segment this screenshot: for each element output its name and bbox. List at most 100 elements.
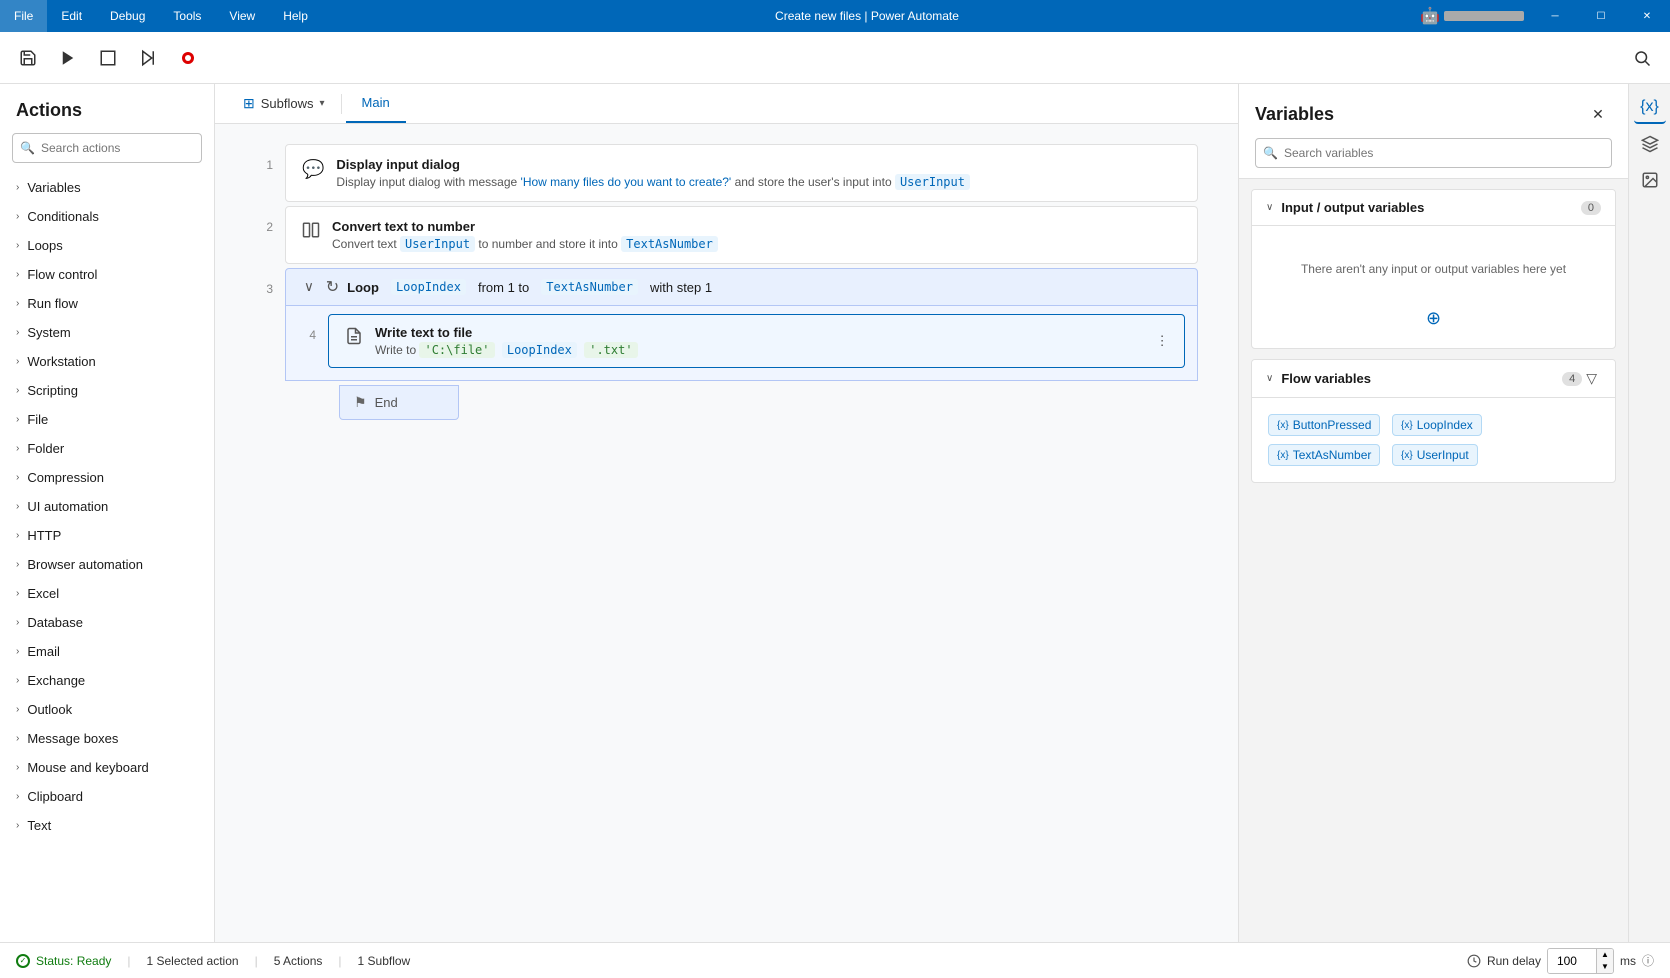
menu-view[interactable]: View	[215, 0, 269, 32]
flow-canvas: 1 💬 Display input dialog Display input d…	[215, 124, 1238, 942]
flow-variables-section: ∨ Flow variables 4 ▽ {x} ButtonPressed {…	[1251, 359, 1616, 483]
category-workstation[interactable]: › Workstation	[0, 347, 214, 376]
step-desc-1: Display input dialog with message 'How m…	[336, 175, 1181, 189]
toolbar-search-button[interactable]	[1626, 42, 1658, 74]
var-label: TextAsNumber	[1293, 448, 1372, 462]
run-delay-up-button[interactable]: ▲	[1597, 949, 1613, 961]
category-message-boxes[interactable]: › Message boxes	[0, 724, 214, 753]
chevron-icon: ›	[16, 675, 19, 686]
category-scripting[interactable]: › Scripting	[0, 376, 214, 405]
flow-var-TextAsNumber[interactable]: {x} TextAsNumber	[1268, 444, 1380, 466]
flow-variables-filter-button[interactable]: ▽	[1582, 370, 1601, 387]
flow-variables-count: 4	[1562, 372, 1582, 386]
category-email[interactable]: › Email	[0, 637, 214, 666]
step-card-1[interactable]: 💬 Display input dialog Display input dia…	[285, 144, 1198, 202]
category-ui-automation[interactable]: › UI automation	[0, 492, 214, 521]
category-file[interactable]: › File	[0, 405, 214, 434]
close-button[interactable]: ✕	[1624, 0, 1670, 32]
category-database[interactable]: › Database	[0, 608, 214, 637]
menu-help[interactable]: Help	[269, 0, 322, 32]
chevron-icon: ›	[16, 617, 19, 628]
save-button[interactable]	[12, 42, 44, 74]
category-flow-control[interactable]: › Flow control	[0, 260, 214, 289]
run-delay-input[interactable]	[1548, 949, 1596, 973]
convert-icon	[302, 221, 320, 244]
loop-expand-button[interactable]: ∨	[300, 279, 318, 295]
tab-main[interactable]: Main	[346, 84, 406, 123]
subflows-button[interactable]: ⊞ Subflows ▾	[231, 84, 337, 123]
actions-list: › Variables › Conditionals › Loops › Flo…	[0, 173, 214, 942]
category-clipboard[interactable]: › Clipboard	[0, 782, 214, 811]
chevron-icon: ›	[16, 327, 19, 338]
content-area: Actions 🔍 › Variables › Conditionals › L…	[0, 84, 1670, 942]
toolbar	[0, 32, 1670, 84]
info-icon[interactable]: ⓘ	[1642, 952, 1654, 969]
category-excel[interactable]: › Excel	[0, 579, 214, 608]
step-row-2: 2 Convert text to number Convert text	[255, 206, 1198, 264]
chevron-icon: ›	[16, 588, 19, 599]
maximize-button[interactable]: ☐	[1578, 0, 1624, 32]
record-button[interactable]	[172, 42, 204, 74]
step-desc-2: Convert text UserInput to number and sto…	[332, 237, 1181, 251]
window-controls: 🤖 ─ ☐ ✕	[1412, 0, 1670, 32]
flow-var-ButtonPressed[interactable]: {x} ButtonPressed	[1268, 414, 1380, 436]
chevron-icon: ›	[16, 211, 19, 222]
category-run-flow[interactable]: › Run flow	[0, 289, 214, 318]
side-layers-button[interactable]	[1634, 128, 1666, 160]
chevron-icon: ›	[16, 704, 19, 715]
category-compression[interactable]: › Compression	[0, 463, 214, 492]
side-images-button[interactable]	[1634, 164, 1666, 196]
run-button[interactable]	[52, 42, 84, 74]
menu-debug[interactable]: Debug	[96, 0, 159, 32]
category-loops[interactable]: › Loops	[0, 231, 214, 260]
next-step-button[interactable]	[132, 42, 164, 74]
stop-button[interactable]	[92, 42, 124, 74]
category-text[interactable]: › Text	[0, 811, 214, 840]
menu-file[interactable]: File	[0, 0, 47, 32]
category-variables[interactable]: › Variables	[0, 173, 214, 202]
status-ready: Status: Ready	[16, 954, 111, 968]
variables-close-button[interactable]: ✕	[1584, 100, 1612, 128]
category-folder[interactable]: › Folder	[0, 434, 214, 463]
dialog-icon: 💬	[302, 159, 324, 180]
app-body: Actions 🔍 › Variables › Conditionals › L…	[0, 32, 1670, 978]
chevron-icon: ›	[16, 240, 19, 251]
input-output-section: ∨ Input / output variables 0 There aren'…	[1251, 189, 1616, 349]
add-variable-button[interactable]: ⊕	[1420, 304, 1448, 332]
chevron-icon: ›	[16, 646, 19, 657]
minimize-button[interactable]: ─	[1532, 0, 1578, 32]
step-content-1: Display input dialog Display input dialo…	[336, 157, 1181, 189]
actions-search-input[interactable]	[12, 133, 202, 163]
loop-header: ∨ ↻ Loop LoopIndex from 1 to TextAsNumbe…	[285, 268, 1198, 306]
side-variables-button[interactable]: {x}	[1634, 92, 1666, 124]
category-http[interactable]: › HTTP	[0, 521, 214, 550]
category-mouse-keyboard[interactable]: › Mouse and keyboard	[0, 753, 214, 782]
variables-title: Variables	[1255, 104, 1334, 125]
step-number-1: 1	[255, 144, 285, 172]
step-number-3: 3	[255, 268, 285, 296]
category-conditionals[interactable]: › Conditionals	[0, 202, 214, 231]
flow-var-LoopIndex[interactable]: {x} LoopIndex	[1392, 414, 1482, 436]
var-icon: {x}	[1401, 450, 1413, 461]
flow-var-UserInput[interactable]: {x} UserInput	[1392, 444, 1478, 466]
variables-body: ∨ Input / output variables 0 There aren'…	[1239, 179, 1628, 942]
clock-icon	[1467, 954, 1481, 968]
category-browser-automation[interactable]: › Browser automation	[0, 550, 214, 579]
step-card-2[interactable]: Convert text to number Convert text User…	[285, 206, 1198, 264]
variables-search-input[interactable]	[1255, 138, 1612, 168]
step-more-button-4[interactable]: ⋮	[1150, 329, 1174, 353]
step-number-2: 2	[255, 206, 285, 234]
category-system[interactable]: › System	[0, 318, 214, 347]
variables-search-icon: 🔍	[1263, 146, 1278, 160]
menu-edit[interactable]: Edit	[47, 0, 96, 32]
menu-tools[interactable]: Tools	[159, 0, 215, 32]
end-row: ⚑ End	[297, 385, 1198, 420]
category-exchange[interactable]: › Exchange	[0, 666, 214, 695]
chevron-icon: ›	[16, 733, 19, 744]
category-outlook[interactable]: › Outlook	[0, 695, 214, 724]
flow-variables-header[interactable]: ∨ Flow variables 4 ▽	[1252, 360, 1615, 398]
loop-step-card-4[interactable]: Write text to file Write to 'C:\file' Lo…	[328, 314, 1185, 368]
chevron-icon: ›	[16, 820, 19, 831]
input-output-section-header[interactable]: ∨ Input / output variables 0	[1252, 190, 1615, 226]
run-delay-down-button[interactable]: ▼	[1597, 961, 1613, 973]
